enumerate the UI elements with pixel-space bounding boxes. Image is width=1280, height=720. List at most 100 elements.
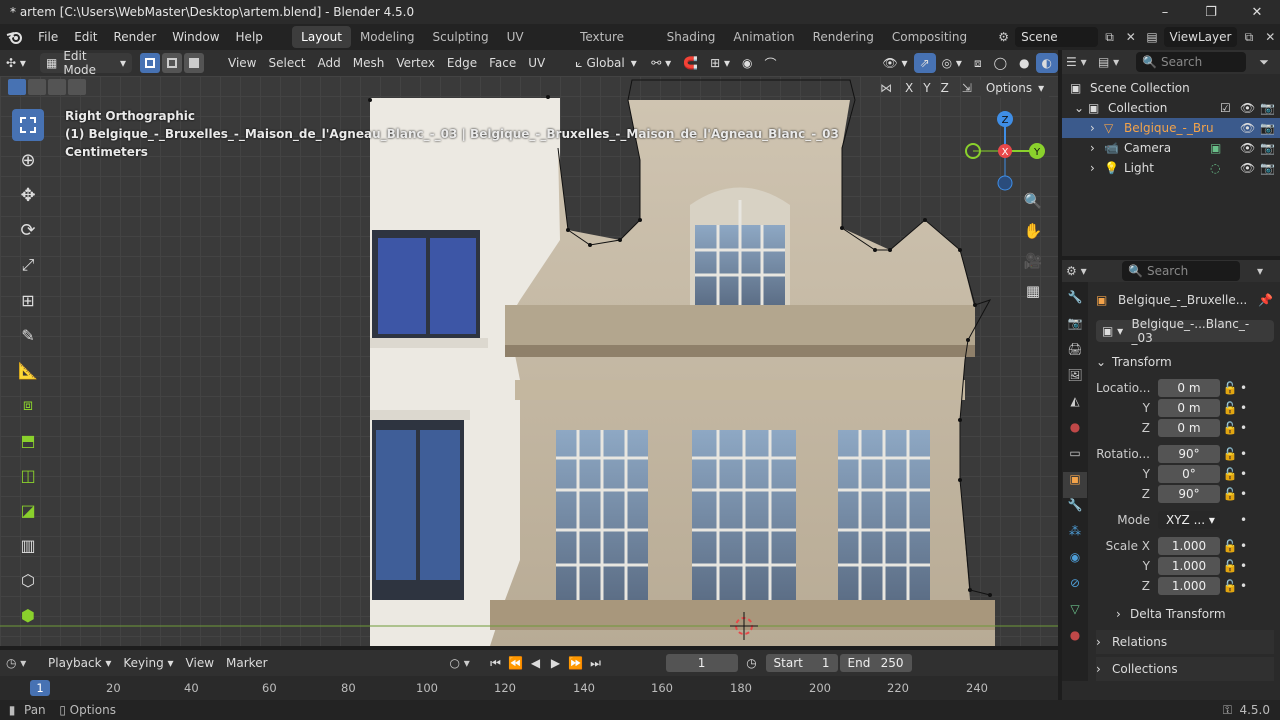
menu-edge[interactable]: Edge: [441, 53, 483, 73]
lock-icon[interactable]: 🔓: [1220, 447, 1240, 461]
face-select-button[interactable]: [184, 53, 204, 73]
collection-tab-icon[interactable]: ▭: [1069, 446, 1080, 472]
filter-icon[interactable]: ⏷: [1252, 55, 1276, 70]
lock-icon[interactable]: 🔓: [1220, 467, 1240, 481]
keyframe-dot-icon[interactable]: •: [1240, 559, 1247, 573]
menu-keying[interactable]: Keying ▾: [117, 653, 179, 673]
vertex-select-button[interactable]: [140, 53, 160, 73]
lock-icon[interactable]: 🔓: [1220, 539, 1240, 553]
timeline-editor-icon[interactable]: ◷ ▾: [6, 656, 42, 670]
outliner-item-camera[interactable]: › 📹 Camera ▣ 👁 📷: [1062, 138, 1280, 158]
jump-end-icon[interactable]: ⏭: [586, 656, 606, 671]
properties-search[interactable]: 🔍 Search: [1122, 261, 1240, 281]
delta-transform-header[interactable]: › Delta Transform: [1096, 602, 1274, 626]
menu-select[interactable]: Select: [262, 53, 311, 73]
expand-icon[interactable]: ›: [1090, 161, 1104, 175]
lock-icon[interactable]: 🔓: [1220, 559, 1240, 573]
scale-y-field[interactable]: 1.000: [1158, 557, 1220, 575]
constraints-tab-icon[interactable]: ⊘: [1070, 576, 1080, 602]
render-camera-icon[interactable]: 📷: [1260, 121, 1280, 135]
knife-tool[interactable]: ⬡: [12, 564, 44, 596]
expand-icon[interactable]: ›: [1090, 121, 1104, 135]
keyframe-dot-icon[interactable]: •: [1240, 381, 1247, 395]
expand-icon[interactable]: ›: [1090, 141, 1104, 155]
menu-timeline-view[interactable]: View: [180, 653, 220, 673]
exclude-checkbox[interactable]: ☑: [1220, 101, 1240, 115]
menu-file[interactable]: File: [30, 30, 66, 44]
visibility-icon[interactable]: 👁 ▾: [877, 53, 914, 73]
location-z-field[interactable]: 0 m: [1158, 419, 1220, 437]
location-x-field[interactable]: 0 m: [1158, 379, 1220, 397]
extrude-tool[interactable]: ⬒: [12, 424, 44, 456]
zoom-icon[interactable]: 🔍: [1020, 192, 1046, 222]
material-shading-icon[interactable]: ◐: [1035, 53, 1058, 73]
navigation-gizmo[interactable]: Z Y X: [960, 106, 1050, 196]
keyframe-dot-icon[interactable]: •: [1240, 487, 1247, 501]
options-dropdown[interactable]: Options ▾: [979, 78, 1051, 98]
poly-build-tool[interactable]: ⬢: [12, 599, 44, 631]
view-layer-field[interactable]: ViewLayer: [1163, 27, 1238, 47]
keyframe-dot-icon[interactable]: •: [1240, 401, 1247, 415]
rotation-mode-dropdown[interactable]: XYZ ... ▾: [1158, 511, 1220, 529]
menu-marker[interactable]: Marker: [220, 653, 273, 673]
data-tab-icon[interactable]: ▽: [1070, 602, 1079, 628]
play-icon[interactable]: ▶: [546, 656, 566, 670]
lock-icon[interactable]: 🔓: [1220, 401, 1240, 415]
wireframe-shading-icon[interactable]: ◯: [988, 53, 1013, 73]
render-camera-icon[interactable]: 📷: [1260, 161, 1280, 175]
blender-logo-icon[interactable]: [0, 29, 30, 45]
outliner-item-light[interactable]: › 💡 Light ◌ 👁 📷: [1062, 158, 1280, 178]
rotate-tool[interactable]: ⟳: [12, 214, 44, 246]
delete-view-layer-icon[interactable]: ✕: [1260, 30, 1279, 44]
scene-selector-icon[interactable]: ⚙: [992, 30, 1015, 44]
scale-tool[interactable]: ⤢: [12, 249, 44, 281]
transform-tool[interactable]: ⊞: [12, 284, 44, 316]
rotation-x-field[interactable]: 90°: [1158, 445, 1220, 463]
minimize-button[interactable]: –: [1142, 5, 1188, 20]
tab-uv-editing[interactable]: UV Editing: [498, 26, 571, 66]
pan-hand-icon[interactable]: ✋: [1020, 222, 1046, 252]
overlays-icon[interactable]: ◎ ▾: [936, 53, 968, 73]
xray-icon[interactable]: ⧈: [968, 53, 988, 73]
move-tool[interactable]: ✥: [12, 179, 44, 211]
tab-modeling[interactable]: Modeling: [351, 26, 424, 48]
pivot-icon[interactable]: ⚯ ▾: [645, 53, 677, 73]
current-frame-field[interactable]: 1: [665, 654, 738, 672]
mirror-z-toggle[interactable]: Z: [936, 78, 954, 98]
physics-tab-icon[interactable]: ◉: [1070, 550, 1080, 576]
render-tab-icon[interactable]: 📷: [1068, 316, 1083, 342]
object-datablock-field[interactable]: ▣ ▾ Belgique_-...Blanc_-_03: [1096, 317, 1274, 345]
mirror-y-toggle[interactable]: Y: [918, 78, 935, 98]
keyframe-dot-icon[interactable]: •: [1240, 513, 1247, 527]
new-scene-icon[interactable]: ⧉: [1098, 30, 1121, 45]
display-mode-icon[interactable]: ▤ ▾: [1098, 55, 1130, 69]
scene-field[interactable]: Scene: [1015, 27, 1098, 47]
world-tab-icon[interactable]: ●: [1070, 420, 1080, 446]
menu-edit[interactable]: Edit: [66, 30, 105, 44]
orientation-selector[interactable]: ⟀ Global ▾: [569, 53, 645, 73]
output-tab-icon[interactable]: 🖨: [1067, 342, 1082, 368]
tab-compositing[interactable]: Compositing: [883, 26, 976, 48]
tab-sculpting[interactable]: Sculpting: [424, 26, 498, 48]
frame-ruler[interactable]: 1 20 40 60 80 100 120 140 160 180 200 22…: [0, 676, 1058, 700]
tab-texture-paint[interactable]: Texture Paint: [571, 26, 658, 66]
menu-view[interactable]: View: [222, 53, 262, 73]
tab-rendering[interactable]: Rendering: [804, 26, 883, 48]
menu-mesh[interactable]: Mesh: [347, 53, 391, 73]
snap-target-icon[interactable]: ⊞ ▾: [704, 53, 736, 73]
object-tab-icon[interactable]: ▣: [1063, 472, 1087, 498]
tab-animation[interactable]: Animation: [724, 26, 803, 48]
tab-layout[interactable]: Layout: [292, 26, 351, 48]
bevel-tool[interactable]: ◪: [12, 494, 44, 526]
select-subtract-icon[interactable]: [48, 79, 66, 95]
menu-face[interactable]: Face: [483, 53, 522, 73]
scale-z-field[interactable]: 1.000: [1158, 577, 1220, 595]
proportional-edit-icon[interactable]: ◉: [736, 53, 758, 73]
start-frame-field[interactable]: Start 1: [765, 654, 838, 672]
preview-range-icon[interactable]: ◷: [738, 656, 766, 670]
visibility-eye-icon[interactable]: 👁: [1240, 141, 1260, 155]
select-box-tool[interactable]: [12, 109, 44, 141]
outliner-search[interactable]: 🔍 Search: [1136, 52, 1246, 72]
menu-playback[interactable]: Playback ▾: [42, 653, 117, 673]
lock-icon[interactable]: 🔓: [1220, 421, 1240, 435]
